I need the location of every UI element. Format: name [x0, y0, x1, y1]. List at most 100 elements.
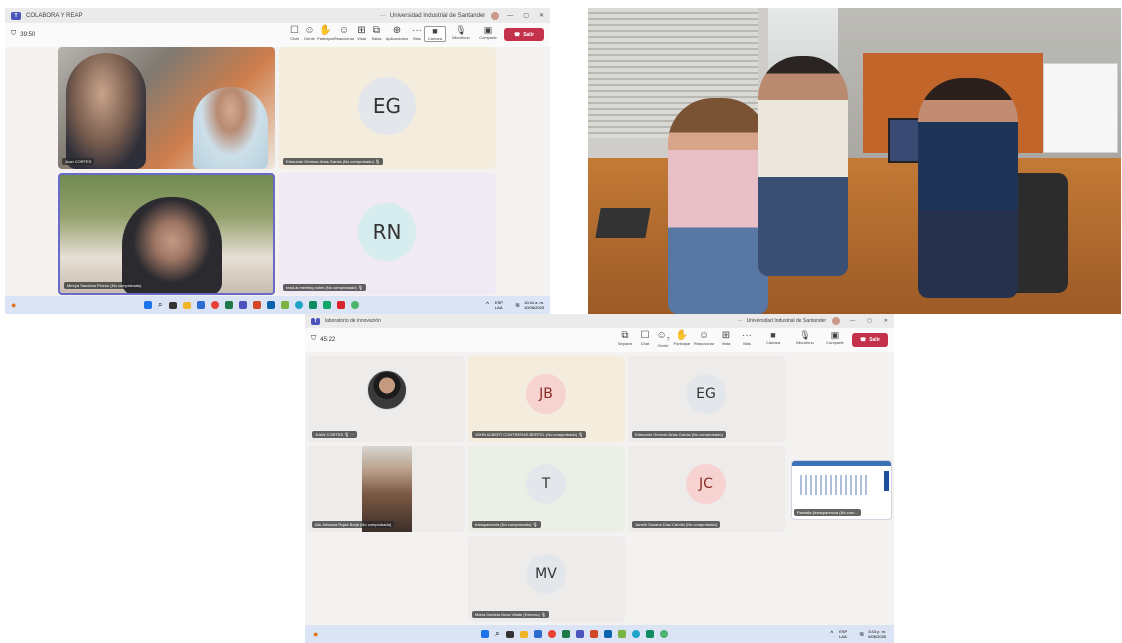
- name-tag: JUAN CORTES 🎙 ···: [312, 431, 358, 438]
- window-title: COLABORA Y REAP: [26, 12, 83, 19]
- react-button[interactable]: ☺ Reaccionar: [692, 331, 716, 347]
- participant-tile[interactable]: JC Janeth Susana Díaz Carrillo (No compr…: [628, 446, 785, 532]
- powerpoint-icon[interactable]: [589, 630, 598, 638]
- participant-tile[interactable]: EG Edmundo German Arias Garcia (No compr…: [279, 47, 496, 169]
- explorer-icon[interactable]: [519, 630, 528, 638]
- share-button[interactable]: ▣ Compartir: [822, 331, 848, 346]
- more-button[interactable]: ··· Más: [736, 330, 758, 347]
- participant-tile[interactable]: MV María Daniela Nova Villate (Externo) …: [468, 536, 625, 622]
- participant-tile[interactable]: RN read.ai meeting notes (No comprobado)…: [279, 173, 496, 295]
- app-icon[interactable]: [617, 630, 626, 638]
- copilot-icon[interactable]: [350, 301, 359, 309]
- close-icon[interactable]: ✕: [884, 318, 888, 324]
- meeting-timer: 45:22: [320, 337, 336, 343]
- avatar: JB: [526, 374, 566, 414]
- participant-tile[interactable]: JB JOHN ALBERT CONTRERAS BERTEL (No comp…: [468, 356, 625, 442]
- org-name: Universidad Industrial de Santander: [746, 318, 827, 324]
- chrome-icon[interactable]: [210, 301, 219, 309]
- more-icon[interactable]: ···: [350, 432, 354, 437]
- react-button[interactable]: ☺ Reaccionar: [334, 26, 354, 42]
- edge-icon[interactable]: [294, 301, 303, 309]
- screen-share-tile[interactable]: Pantalla (transparencia (No com...: [791, 460, 892, 520]
- people-button[interactable]: ☺ Gente: [302, 26, 317, 42]
- more-icon[interactable]: ···: [380, 13, 386, 19]
- app-icon[interactable]: [196, 301, 205, 309]
- explorer-icon[interactable]: [182, 301, 191, 309]
- chat-button[interactable]: ☐ Chat: [636, 330, 654, 347]
- people-button[interactable]: ☺7 Gente: [654, 331, 672, 349]
- participant-tile[interactable]: T transparencia (No comprobado) 🎙: [468, 446, 625, 532]
- powerpoint-icon[interactable]: [252, 301, 261, 309]
- app-icon[interactable]: [308, 301, 317, 309]
- language-indicator[interactable]: ESP LAA: [839, 629, 855, 639]
- search-icon[interactable]: ⌕: [158, 300, 162, 310]
- raise-hand-button[interactable]: ✋ Participar: [317, 26, 334, 42]
- profile-avatar[interactable]: [832, 317, 841, 325]
- more-icon: ···: [742, 330, 752, 341]
- shared-screen-side: [884, 471, 889, 491]
- name-tag: Juan CORTES: [62, 158, 95, 165]
- mic-button[interactable]: 🎙 Micrófono: [788, 331, 822, 346]
- wifi-icon[interactable]: ≋: [515, 302, 520, 309]
- leave-button[interactable]: ☎ Salir: [504, 28, 544, 41]
- video-feed: [66, 53, 146, 169]
- camera-button[interactable]: ■ Cámara: [758, 330, 788, 346]
- clock[interactable]: 3:43 p. m. 6/06/2025: [868, 629, 886, 639]
- participant-tile[interactable]: Ala Johanna Rojas Borja (No comprobado): [308, 446, 465, 532]
- language-indicator[interactable]: ESP LAA: [495, 300, 511, 310]
- chrome-icon[interactable]: [547, 630, 556, 638]
- apps-button[interactable]: ⊕ Aplicaciones: [384, 26, 410, 42]
- excel-icon[interactable]: [224, 301, 233, 309]
- mic-button[interactable]: 🎙 Micrófono: [446, 26, 476, 41]
- teams-logo-icon: T: [311, 317, 320, 325]
- separate-button[interactable]: ⧉ Separar: [614, 331, 636, 347]
- tray-chevron-icon[interactable]: ^: [830, 631, 833, 637]
- outlook-icon[interactable]: [603, 630, 612, 638]
- more-button[interactable]: ··· Más: [410, 26, 424, 42]
- wifi-icon[interactable]: ≋: [859, 631, 864, 638]
- app-icon[interactable]: [336, 301, 345, 309]
- participant-tile[interactable]: JUAN CORTES 🎙 ···: [308, 356, 465, 442]
- view-button[interactable]: ⊞ Vista: [716, 331, 736, 347]
- weather-icon[interactable]: ●: [313, 629, 318, 639]
- app-icon[interactable]: [645, 630, 654, 638]
- participant-tile[interactable]: Mireya Sandova Pinzon (No comprobado): [58, 173, 275, 295]
- camera-icon: ■: [770, 330, 776, 340]
- maximize-icon[interactable]: ▢: [523, 12, 529, 19]
- copilot-icon[interactable]: [659, 630, 668, 638]
- leave-button[interactable]: ☎ Salir: [852, 333, 888, 347]
- teams-icon[interactable]: [575, 630, 584, 638]
- taskview-icon[interactable]: [505, 630, 514, 638]
- minimize-icon[interactable]: —: [507, 13, 513, 19]
- app-icon[interactable]: [533, 630, 542, 638]
- weather-icon[interactable]: ●: [11, 300, 16, 310]
- close-icon[interactable]: ✕: [539, 12, 544, 19]
- tray-chevron-icon[interactable]: ^: [486, 302, 489, 308]
- participant-tile[interactable]: Juan CORTES: [58, 47, 275, 169]
- keyboard: [595, 208, 651, 238]
- camera-button[interactable]: ■ Cámara: [424, 26, 446, 42]
- participant-tile[interactable]: EG Edmundo German Arias Garcia (No compr…: [628, 356, 785, 442]
- outlook-icon[interactable]: [266, 301, 275, 309]
- raise-hand-button[interactable]: ✋ Participar: [672, 331, 692, 347]
- profile-avatar[interactable]: [491, 11, 500, 20]
- app-icon[interactable]: [280, 301, 289, 309]
- view-button[interactable]: ⊞ Vista: [354, 26, 369, 42]
- edge-icon[interactable]: [631, 630, 640, 638]
- start-icon[interactable]: [481, 630, 490, 638]
- taskview-icon[interactable]: [168, 301, 177, 309]
- app-icon[interactable]: [322, 301, 331, 309]
- maximize-icon[interactable]: ▢: [867, 318, 872, 324]
- rooms-button[interactable]: ⧉ Salas: [369, 26, 384, 42]
- more-icon[interactable]: ···: [738, 318, 743, 324]
- minimize-icon[interactable]: —: [850, 318, 855, 324]
- teams-icon[interactable]: [238, 301, 247, 309]
- search-icon[interactable]: ⌕: [495, 629, 499, 639]
- clock[interactable]: 10:44 a. m. 10/06/2025: [524, 300, 544, 310]
- share-button[interactable]: ▣ Compartir: [476, 26, 500, 41]
- chat-icon: ☐: [640, 330, 650, 341]
- start-icon[interactable]: [144, 301, 153, 309]
- chat-button[interactable]: ☐ Chat: [287, 26, 302, 42]
- phone-icon: ☎: [513, 31, 521, 38]
- excel-icon[interactable]: [561, 630, 570, 638]
